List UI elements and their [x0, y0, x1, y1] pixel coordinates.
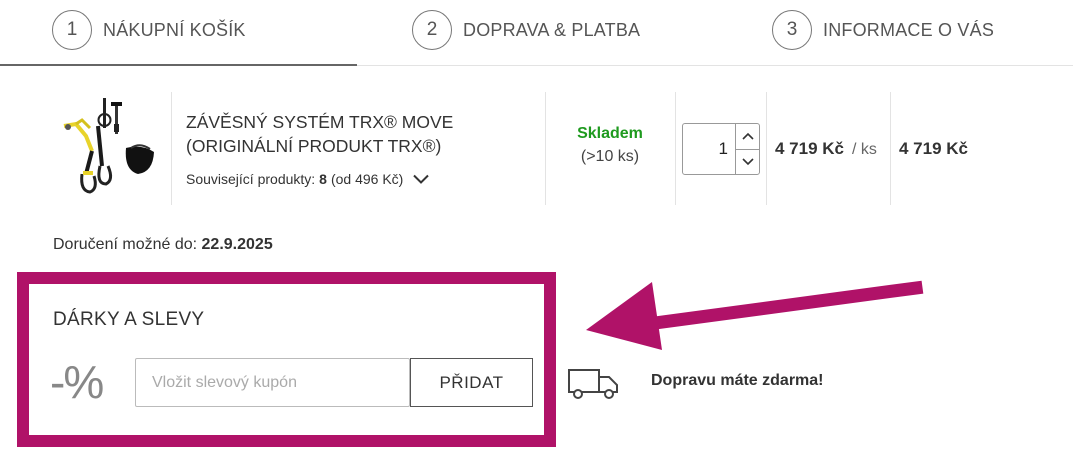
product-name-line1: ZÁVĚSNÝ SYSTÉM TRX® MOVE: [186, 112, 454, 132]
percent-icon: -%: [50, 356, 104, 408]
unit-price-value: 4 719 Kč: [775, 139, 844, 158]
related-price-from: (od 496 Kč): [330, 171, 404, 187]
delivery-date: 22.9.2025: [201, 236, 273, 253]
step-number: 2: [412, 10, 452, 50]
delivery-label: Doručení možné do:: [53, 236, 198, 253]
related-label: Související produkty:: [186, 171, 316, 187]
product-name-link[interactable]: ZÁVĚSNÝ SYSTÉM TRX® MOVE (ORIGINÁLNÍ PRO…: [186, 110, 526, 158]
truck-icon: [568, 369, 618, 399]
quantity-increment-button[interactable]: [736, 124, 759, 149]
step-customer-info[interactable]: 3 INFORMACE O VÁS: [772, 10, 994, 50]
checkout-steps: 1 NÁKUPNÍ KOŠÍK 2 DOPRAVA & PLATBA 3 INF…: [0, 0, 1073, 66]
related-count: 8: [319, 171, 327, 187]
quantity-stepper: [682, 123, 760, 175]
product-image[interactable]: [56, 96, 164, 200]
delivery-info: Doručení možné do: 22.9.2025: [53, 236, 273, 254]
step-cart[interactable]: 1 NÁKUPNÍ KOŠÍK: [52, 10, 246, 50]
active-step-indicator: [0, 64, 357, 66]
step-label: NÁKUPNÍ KOŠÍK: [103, 19, 246, 40]
discount-title: DÁRKY A SLEVY: [53, 309, 205, 330]
stock-status: Skladem (>10 ks): [548, 125, 672, 166]
quantity-input[interactable]: [683, 124, 735, 174]
product-name-line2: (ORIGINÁLNÍ PRODUKT TRX®): [186, 136, 442, 156]
chevron-up-icon: [741, 133, 754, 140]
unit-suffix: / ks: [852, 141, 877, 158]
add-coupon-button[interactable]: PŘIDAT: [410, 358, 533, 407]
divider: [766, 92, 767, 205]
step-shipping-payment[interactable]: 2 DOPRAVA & PLATBA: [412, 10, 640, 50]
unit-price: 4 719 Kč / ks: [775, 139, 877, 159]
chevron-down-icon: [741, 158, 754, 165]
quantity-decrement-button[interactable]: [736, 148, 759, 175]
free-shipping-message: Dopravu máte zdarma!: [651, 372, 824, 389]
divider: [545, 92, 546, 205]
step-number: 3: [772, 10, 812, 50]
step-number: 1: [52, 10, 92, 50]
related-products-toggle[interactable]: Související produkty: 8 (od 496 Kč): [186, 171, 430, 187]
divider: [675, 92, 676, 205]
divider: [890, 92, 891, 205]
step-label: DOPRAVA & PLATBA: [463, 19, 641, 40]
stock-count: (>10 ks): [580, 148, 640, 165]
availability-label: Skladem: [577, 125, 643, 142]
line-total-price: 4 719 Kč: [899, 139, 968, 158]
divider: [171, 92, 172, 205]
coupon-input[interactable]: [135, 358, 410, 407]
chevron-down-icon: [413, 174, 430, 184]
step-label: INFORMACE O VÁS: [823, 19, 995, 40]
annotation-arrow-icon: [586, 280, 924, 350]
